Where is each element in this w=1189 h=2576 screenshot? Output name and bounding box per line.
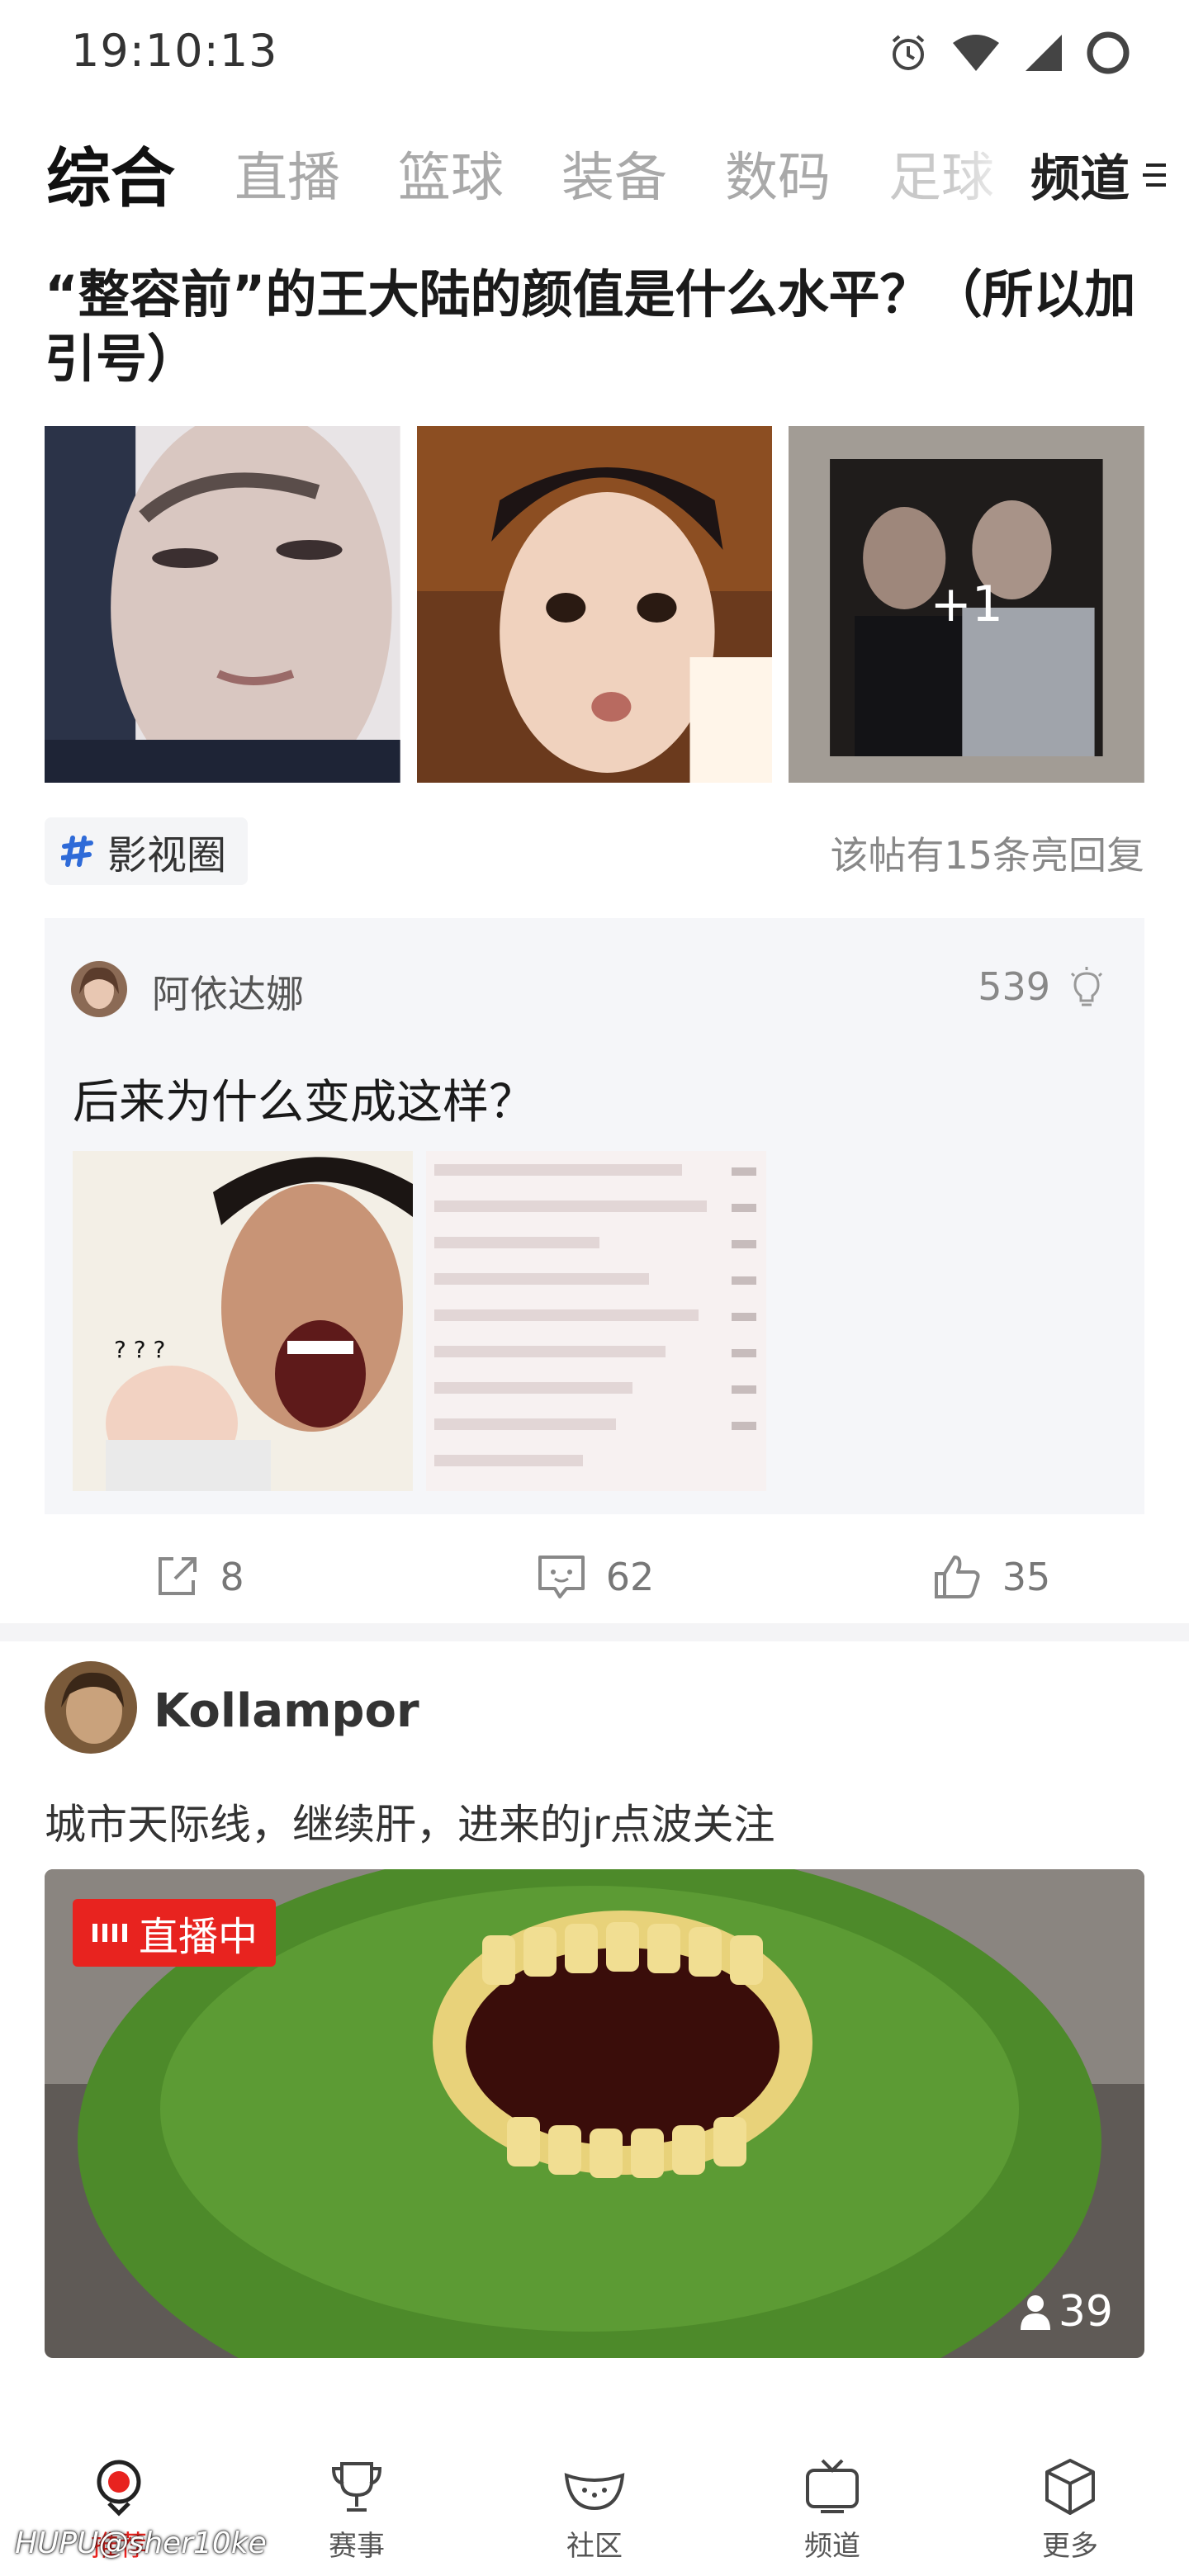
nav-more[interactable]: 更多 (951, 2427, 1189, 2576)
share-count: 8 (220, 1555, 244, 1599)
like-button[interactable]: 35 (793, 1536, 1189, 1618)
more-images-count[interactable]: +1 (789, 426, 1145, 783)
nav-label-channel: 频道 (804, 2530, 860, 2563)
nav-label-matches: 赛事 (329, 2530, 385, 2563)
tab-fade-mask (950, 132, 1024, 215)
nav-label-community: 社区 (566, 2530, 623, 2563)
hupu-logo-icon (97, 2460, 141, 2517)
wifi-icon (953, 35, 999, 71)
like-count: 35 (1002, 1555, 1051, 1599)
thumbs-up-icon (934, 1556, 980, 1598)
viewer-count-value: 39 (1058, 2287, 1113, 2337)
avatar[interactable] (71, 961, 127, 1017)
channel-button[interactable]: 频道 (1022, 139, 1169, 211)
nav-matches[interactable]: 赛事 (238, 2427, 476, 2576)
post-text[interactable]: 城市天际线，继续肝，进来的jr点波关注 (45, 1792, 775, 1851)
share-button[interactable]: 8 (0, 1536, 396, 1618)
live-badge: 直播中 (73, 1899, 277, 1967)
person-icon (1020, 2295, 1050, 2330)
post-image-3[interactable]: +1 (789, 426, 1145, 783)
tab-comprehensive[interactable]: 综合 (46, 127, 175, 220)
avatar[interactable] (45, 1661, 137, 1754)
status-icons (887, 30, 1131, 76)
topic-tag[interactable]: 影视圈 (45, 817, 249, 885)
menu-lines-icon (1143, 163, 1166, 187)
post-thumbnails: +1 (45, 426, 1145, 783)
live-badge-label: 直播中 (139, 1914, 258, 1960)
nav-channel[interactable]: 频道 (713, 2427, 951, 2576)
reply-username[interactable]: 阿依达娜 (152, 964, 304, 1019)
channel-label: 频道 (1030, 150, 1130, 208)
watermark: HUPU@sher10ke (15, 2526, 267, 2560)
comment-icon (538, 1556, 585, 1598)
hashtag-icon (61, 836, 93, 867)
tab-live[interactable]: 直播 (234, 135, 340, 211)
comment-button[interactable]: 62 (396, 1536, 793, 1618)
battery-ring-icon (1087, 31, 1130, 74)
viewer-count: 39 (1019, 2287, 1113, 2337)
reply-image-2[interactable] (426, 1151, 766, 1491)
nav-community[interactable]: 社区 (476, 2427, 713, 2576)
status-bar: 19:10:13 (0, 0, 1189, 107)
tab-gear[interactable]: 装备 (561, 135, 667, 211)
topic-tag-label: 影视圈 (107, 832, 227, 878)
post-username[interactable]: Kollampor (154, 1684, 419, 1738)
highlight-replies-note: 该帖有15条亮回复 (830, 833, 1144, 878)
signal-icon (1026, 35, 1062, 71)
svg-text:? ? ?: ? ? ? (114, 1336, 165, 1363)
status-time: 19:10:13 (71, 25, 278, 77)
share-icon (159, 1557, 197, 1595)
reply-images: ? ? ? (73, 1151, 766, 1491)
reply-likes-count: 539 (978, 964, 1050, 1009)
tv-icon (806, 2459, 859, 2513)
comment-count: 62 (605, 1555, 655, 1599)
reply-likes[interactable]: 539 (978, 964, 1106, 1009)
tab-basketball[interactable]: 篮球 (398, 135, 504, 211)
reply-image-1[interactable]: ? ? ? (73, 1151, 413, 1491)
watermelon-icon (564, 2473, 625, 2511)
trophy-icon (331, 2462, 382, 2512)
cube-icon (1045, 2459, 1095, 2515)
tab-digital[interactable]: 数码 (725, 135, 831, 211)
post-action-bar: 8 62 35 (0, 1536, 1189, 1618)
reply-text: 后来为什么变成这样？ (73, 1076, 535, 1129)
post-image-1[interactable] (45, 426, 400, 783)
post-title[interactable]: “整容前”的王大陆的颜值是什么水平？（所以加引号） (45, 263, 1143, 391)
live-bars-icon (92, 1924, 127, 1942)
post-image-2[interactable] (416, 426, 773, 783)
section-divider (0, 1623, 1189, 1641)
alarm-icon (892, 35, 925, 70)
top-reply-card[interactable]: 阿依达娜 539 后来为什么变成这样？ ? ? ? (45, 918, 1144, 1514)
nav-label-more: 更多 (1042, 2530, 1098, 2563)
lightbulb-icon (1070, 967, 1103, 1006)
live-stream-card[interactable]: 直播中 39 (45, 1869, 1144, 2358)
